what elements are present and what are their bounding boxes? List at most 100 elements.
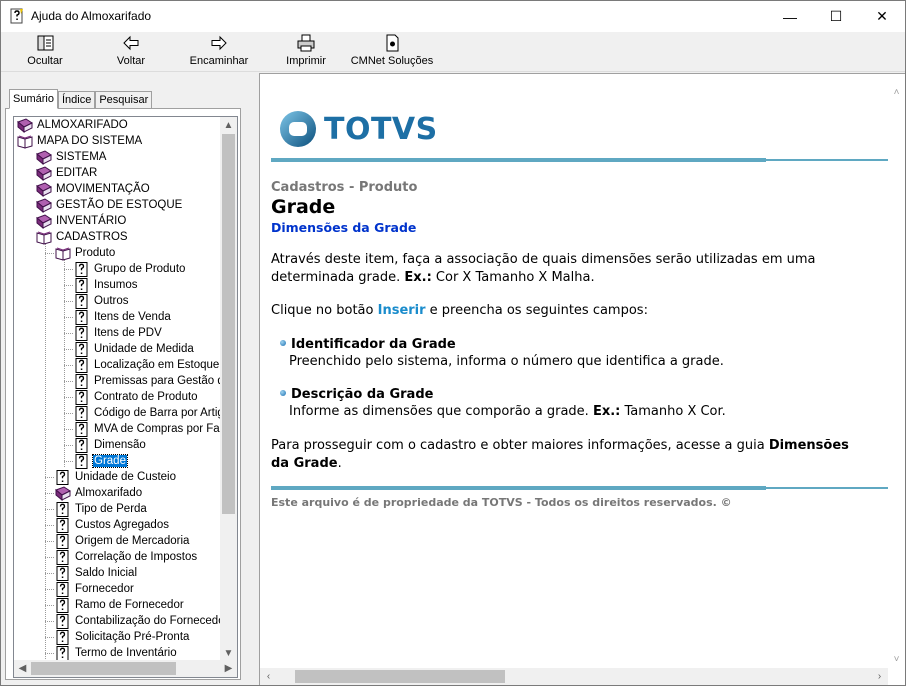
help-page-icon bbox=[74, 421, 90, 437]
help-page-icon bbox=[55, 469, 71, 485]
tree-connector bbox=[64, 365, 73, 366]
tab-index[interactable]: Índice bbox=[57, 91, 96, 109]
tree-item[interactable]: Saldo Inicial bbox=[55, 565, 138, 581]
forward-button[interactable]: Encaminhar bbox=[187, 34, 251, 70]
tree-item[interactable]: Itens de PDV bbox=[74, 325, 163, 341]
tree-item[interactable]: Contabilização do Fornecedor bbox=[55, 613, 229, 629]
help-page-icon bbox=[55, 645, 71, 661]
close-icon: ✕ bbox=[876, 8, 888, 24]
tree-item[interactable]: Origem de Mercadoria bbox=[55, 533, 190, 549]
tree-item[interactable]: Contrato de Produto bbox=[74, 389, 199, 405]
maximize-button[interactable]: ☐ bbox=[813, 1, 859, 32]
title-bar: Ajuda do Almoxarifado — ☐ ✕ bbox=[1, 1, 905, 32]
insert-link[interactable]: Inserir bbox=[378, 303, 426, 318]
cmnet-button[interactable]: CMNet Soluções bbox=[349, 34, 435, 70]
tree-item[interactable]: Dimensão bbox=[74, 437, 147, 453]
tree-item[interactable]: Produto bbox=[55, 245, 116, 261]
tree-item-label: EDITAR bbox=[56, 167, 98, 179]
tree-vertical-scrollbar[interactable]: ▲ ▼ bbox=[220, 117, 237, 662]
print-button[interactable]: Imprimir bbox=[285, 34, 327, 70]
tree-item[interactable]: ALMOXARIFADO bbox=[17, 117, 129, 133]
contents-tree[interactable]: ALMOXARIFADO MAPA DO SISTEMA SISTEMA EDITAR… bbox=[13, 116, 238, 678]
maximize-icon: ☐ bbox=[829, 8, 843, 24]
tree-item[interactable]: Correlação de Impostos bbox=[55, 549, 198, 565]
minimize-button[interactable]: — bbox=[767, 1, 813, 32]
tree-item[interactable]: INVENTÁRIO bbox=[36, 213, 127, 229]
help-page-icon bbox=[74, 309, 90, 325]
tree-connector bbox=[64, 259, 65, 467]
scroll-left-icon[interactable]: ‹ bbox=[260, 668, 277, 685]
tree-connector bbox=[45, 525, 54, 526]
topic-vertical-scrollbar[interactable]: ˄ ˅ bbox=[888, 74, 905, 668]
instruction-text-end: e preencha os seguintes campos: bbox=[425, 303, 648, 318]
tree-item[interactable]: Insumos bbox=[74, 277, 138, 293]
tree-item[interactable]: Fornecedor bbox=[55, 581, 135, 597]
tree-item[interactable]: Tipo de Perda bbox=[55, 501, 148, 517]
tab-contents[interactable]: Sumário bbox=[9, 89, 58, 109]
tree-item[interactable]: Custos Agregados bbox=[55, 517, 170, 533]
tree-connector bbox=[64, 317, 73, 318]
scroll-down-icon[interactable]: ˅ bbox=[888, 651, 905, 668]
closing-period: . bbox=[337, 456, 342, 471]
tree-item[interactable]: EDITAR bbox=[36, 165, 98, 181]
scroll-up-icon[interactable]: ▲ bbox=[220, 117, 237, 134]
tree-item[interactable]: MAPA DO SISTEMA bbox=[17, 133, 143, 149]
scroll-right-icon[interactable]: › bbox=[871, 668, 888, 685]
tree-item-label: Grade bbox=[92, 454, 128, 468]
topic-horizontal-scrollbar[interactable]: ‹ › bbox=[260, 668, 888, 685]
tree-connector bbox=[64, 333, 73, 334]
tree-item[interactable]: Itens de Venda bbox=[74, 309, 172, 325]
tree-connector bbox=[45, 509, 54, 510]
tree-item-label: Termo de Inventário bbox=[75, 647, 177, 659]
tree-item-label: Solicitação Pré-Pronta bbox=[75, 631, 190, 643]
tree-item-label: Ramo de Fornecedor bbox=[75, 599, 184, 611]
tree-item[interactable]: Unidade de Medida bbox=[74, 341, 195, 357]
print-label: Imprimir bbox=[286, 55, 326, 67]
back-button[interactable]: Voltar bbox=[113, 34, 149, 70]
hide-button[interactable]: Ocultar bbox=[25, 34, 65, 70]
book-closed-icon bbox=[36, 149, 52, 165]
tree-item[interactable]: Código de Barra por Artigo bbox=[74, 405, 231, 421]
tree-connector bbox=[45, 243, 46, 659]
tree-item[interactable]: Grupo de Produto bbox=[74, 261, 186, 277]
tree-item[interactable]: MVA de Compras por Faix bbox=[74, 421, 229, 437]
tree-vertical-scroll-thumb[interactable] bbox=[222, 134, 235, 514]
tree-item[interactable]: Localização em Estoque bbox=[74, 357, 220, 373]
tree-item[interactable]: MOVIMENTAÇÃO bbox=[36, 181, 151, 197]
help-page-icon bbox=[74, 357, 90, 373]
tab-search[interactable]: Pesquisar bbox=[95, 91, 153, 109]
tree-item-label: Dimensão bbox=[94, 439, 146, 451]
tree-item[interactable]: Ramo de Fornecedor bbox=[55, 597, 185, 613]
close-button[interactable]: ✕ bbox=[859, 1, 905, 32]
scroll-left-icon[interactable]: ◀ bbox=[14, 660, 31, 677]
tree-item[interactable]: Premissas para Gestão de bbox=[74, 373, 231, 389]
tree-item[interactable]: GESTÃO DE ESTOQUE bbox=[36, 197, 183, 213]
tree-item[interactable]: SISTEMA bbox=[36, 149, 107, 165]
topic-horizontal-scroll-thumb[interactable] bbox=[295, 670, 505, 683]
arrow-right-icon bbox=[211, 35, 227, 51]
book-closed-icon bbox=[36, 165, 52, 181]
header-divider bbox=[271, 158, 890, 162]
tree-horizontal-scroll-thumb[interactable] bbox=[31, 662, 176, 675]
dimensions-link[interactable]: Dimensões da Grade bbox=[271, 220, 416, 235]
page-title: Grade bbox=[271, 196, 336, 218]
tree-item-label: Correlação de Impostos bbox=[75, 551, 198, 563]
tree-item-label: Outros bbox=[94, 295, 129, 307]
tree-item[interactable]: Grade bbox=[74, 453, 128, 469]
tree-connector bbox=[45, 477, 54, 478]
pane-splitter[interactable] bbox=[249, 73, 259, 685]
scroll-up-icon[interactable]: ˄ bbox=[888, 84, 905, 101]
tree-item[interactable]: Outros bbox=[74, 293, 130, 309]
printer-icon bbox=[297, 34, 315, 52]
tree-connector bbox=[45, 253, 54, 254]
tree-item-label: Fornecedor bbox=[75, 583, 134, 595]
tree-item[interactable]: Almoxarifado bbox=[55, 485, 143, 501]
minimize-icon: — bbox=[783, 8, 797, 25]
tree-item[interactable]: Unidade de Custeio bbox=[55, 469, 177, 485]
tree-item[interactable]: CADASTROS bbox=[36, 229, 129, 245]
tree-item[interactable]: Solicitação Pré-Pronta bbox=[55, 629, 190, 645]
scroll-right-icon[interactable]: ▶ bbox=[220, 660, 237, 677]
tree-horizontal-scrollbar[interactable]: ◀ ▶ bbox=[14, 660, 237, 677]
tree-item[interactable]: Termo de Inventário bbox=[55, 645, 178, 661]
book-closed-icon bbox=[36, 197, 52, 213]
